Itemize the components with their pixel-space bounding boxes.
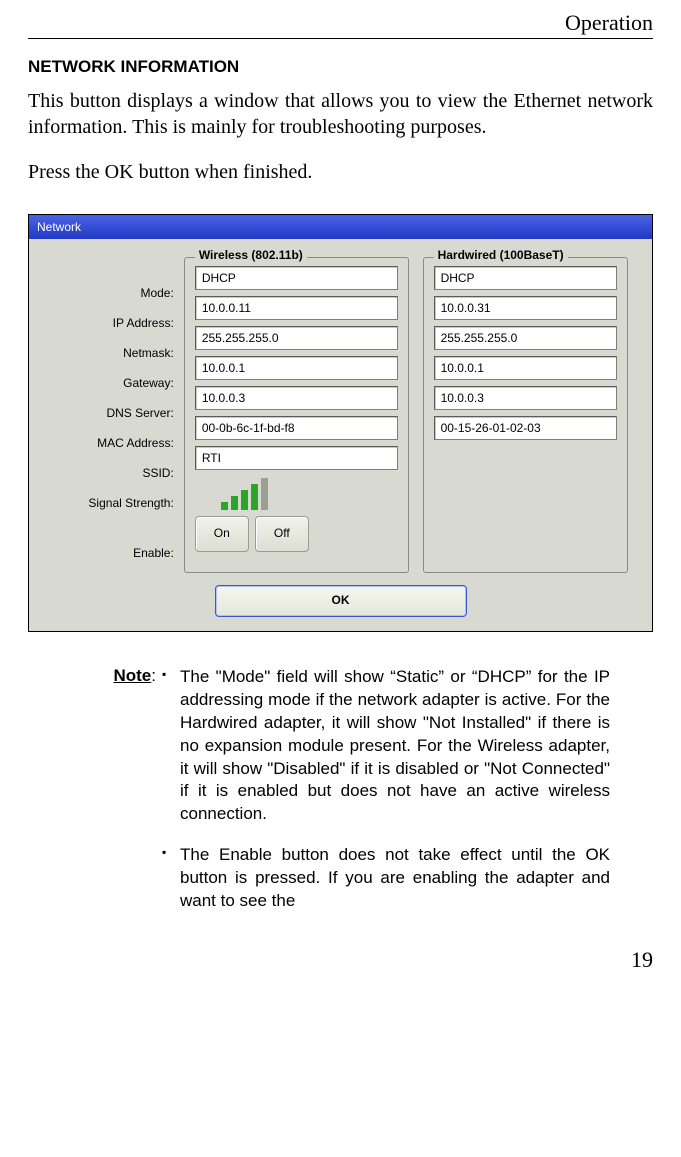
wireless-netmask-field: 255.255.255.0 (195, 326, 398, 350)
hardwired-netmask-field: 255.255.255.0 (434, 326, 617, 350)
note-colon: : (151, 666, 156, 685)
hardwired-mode-field: DHCP (434, 266, 617, 290)
wireless-ssid-field: RTI (195, 446, 398, 470)
signal-bar-4 (251, 484, 258, 510)
hardwired-dns-field: 10.0.0.3 (434, 386, 617, 410)
label-enable: Enable: (39, 533, 184, 573)
wireless-gateway-field: 10.0.0.1 (195, 356, 398, 380)
enable-on-button[interactable]: On (195, 516, 249, 552)
hardwired-ip-field: 10.0.0.31 (434, 296, 617, 320)
dialog-titlebar: Network (29, 215, 652, 239)
wireless-dns-field: 10.0.0.3 (195, 386, 398, 410)
signal-bar-1 (221, 502, 228, 510)
enable-off-button[interactable]: Off (255, 516, 309, 552)
section-heading: NETWORK INFORMATION (28, 57, 653, 77)
label-mac: MAC Address: (39, 431, 184, 461)
wireless-group: Wireless (802.11b) DHCP 10.0.0.11 255.25… (184, 257, 409, 573)
note-item-1: The "Mode" field will show “Static” or “… (160, 666, 610, 827)
signal-bar-3 (241, 490, 248, 510)
note-item-2: The Enable button does not take effect u… (160, 844, 610, 913)
note-label-text: Note (113, 666, 151, 685)
signal-strength-icon (221, 476, 281, 510)
signal-bar-5 (261, 478, 268, 510)
paragraph-1: This button displays a window that allow… (28, 89, 653, 140)
field-labels-column: Mode: IP Address: Netmask: Gateway: DNS … (39, 257, 184, 573)
label-mode: Mode: (39, 281, 184, 311)
note-body: The "Mode" field will show “Static” or “… (160, 666, 610, 931)
label-netmask: Netmask: (39, 341, 184, 371)
paragraph-2-a: Press the (28, 161, 105, 183)
ok-button[interactable]: OK (215, 585, 467, 617)
ok-text-ref: OK (105, 161, 134, 183)
note-label: Note: (28, 666, 160, 931)
wireless-mac-field: 00-0b-6c-1f-bd-f8 (195, 416, 398, 440)
label-ip: IP Address: (39, 311, 184, 341)
label-ssid: SSID: (39, 461, 184, 491)
page-number: 19 (28, 947, 653, 973)
hardwired-group: Hardwired (100BaseT) DHCP 10.0.0.31 255.… (423, 257, 628, 573)
paragraph-2-c: button when finished. (134, 161, 313, 183)
signal-bar-2 (231, 496, 238, 510)
label-signal: Signal Strength: (39, 491, 184, 533)
label-gateway: Gateway: (39, 371, 184, 401)
running-header: Operation (28, 10, 653, 39)
hardwired-mac-field: 00-15-26-01-02-03 (434, 416, 617, 440)
wireless-mode-field: DHCP (195, 266, 398, 290)
network-dialog: Network Mode: IP Address: Netmask: Gatew… (28, 214, 653, 632)
paragraph-2: Press the OK button when finished. (28, 160, 653, 186)
label-dns: DNS Server: (39, 401, 184, 431)
hardwired-group-title: Hardwired (100BaseT) (434, 248, 568, 262)
wireless-ip-field: 10.0.0.11 (195, 296, 398, 320)
wireless-group-title: Wireless (802.11b) (195, 248, 307, 262)
hardwired-gateway-field: 10.0.0.1 (434, 356, 617, 380)
